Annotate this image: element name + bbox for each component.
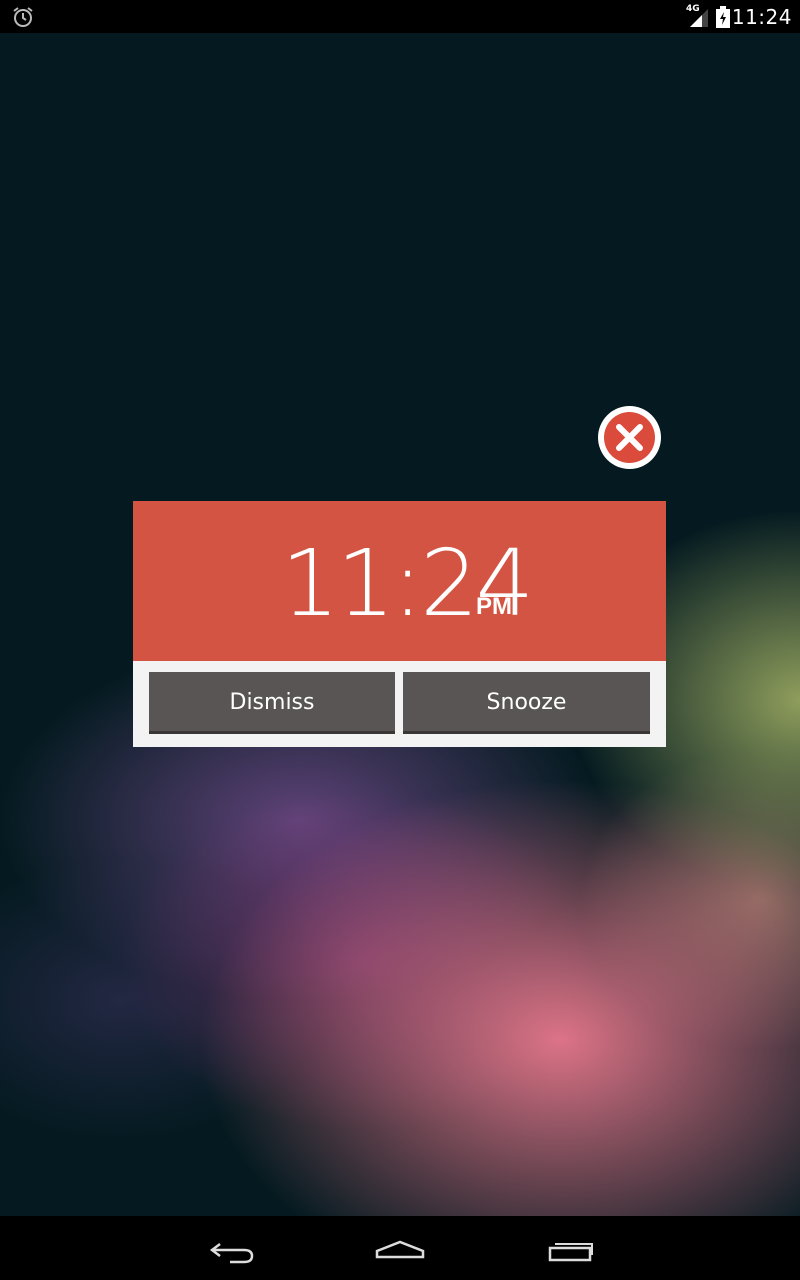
home-button[interactable]: [360, 1224, 440, 1272]
alarm-icon: [12, 6, 34, 28]
close-icon: [616, 424, 643, 451]
alarm-ampm: PM: [476, 593, 512, 620]
back-button[interactable]: [190, 1224, 270, 1272]
recent-apps-button[interactable]: [530, 1224, 610, 1272]
battery-charging-icon: [716, 6, 730, 28]
status-clock: 11:24: [731, 5, 792, 29]
close-button[interactable]: [598, 406, 661, 469]
dismiss-button[interactable]: Dismiss: [149, 672, 395, 734]
alarm-dialog: 11:24 PM Dismiss Snooze: [133, 501, 666, 747]
recent-apps-icon: [548, 1243, 593, 1262]
signal-icon: [688, 8, 710, 28]
alarm-time: 11:24: [281, 530, 534, 637]
alarm-time-header: 11:24 PM: [133, 501, 666, 661]
status-bar: 4G 11:24: [0, 0, 800, 33]
navigation-bar: [0, 1216, 800, 1280]
screen: 4G 11:24 11:24 PM Dismiss Snooze: [0, 0, 800, 1280]
back-icon: [209, 1243, 254, 1264]
snooze-button[interactable]: Snooze: [403, 672, 650, 734]
home-icon: [375, 1240, 425, 1259]
